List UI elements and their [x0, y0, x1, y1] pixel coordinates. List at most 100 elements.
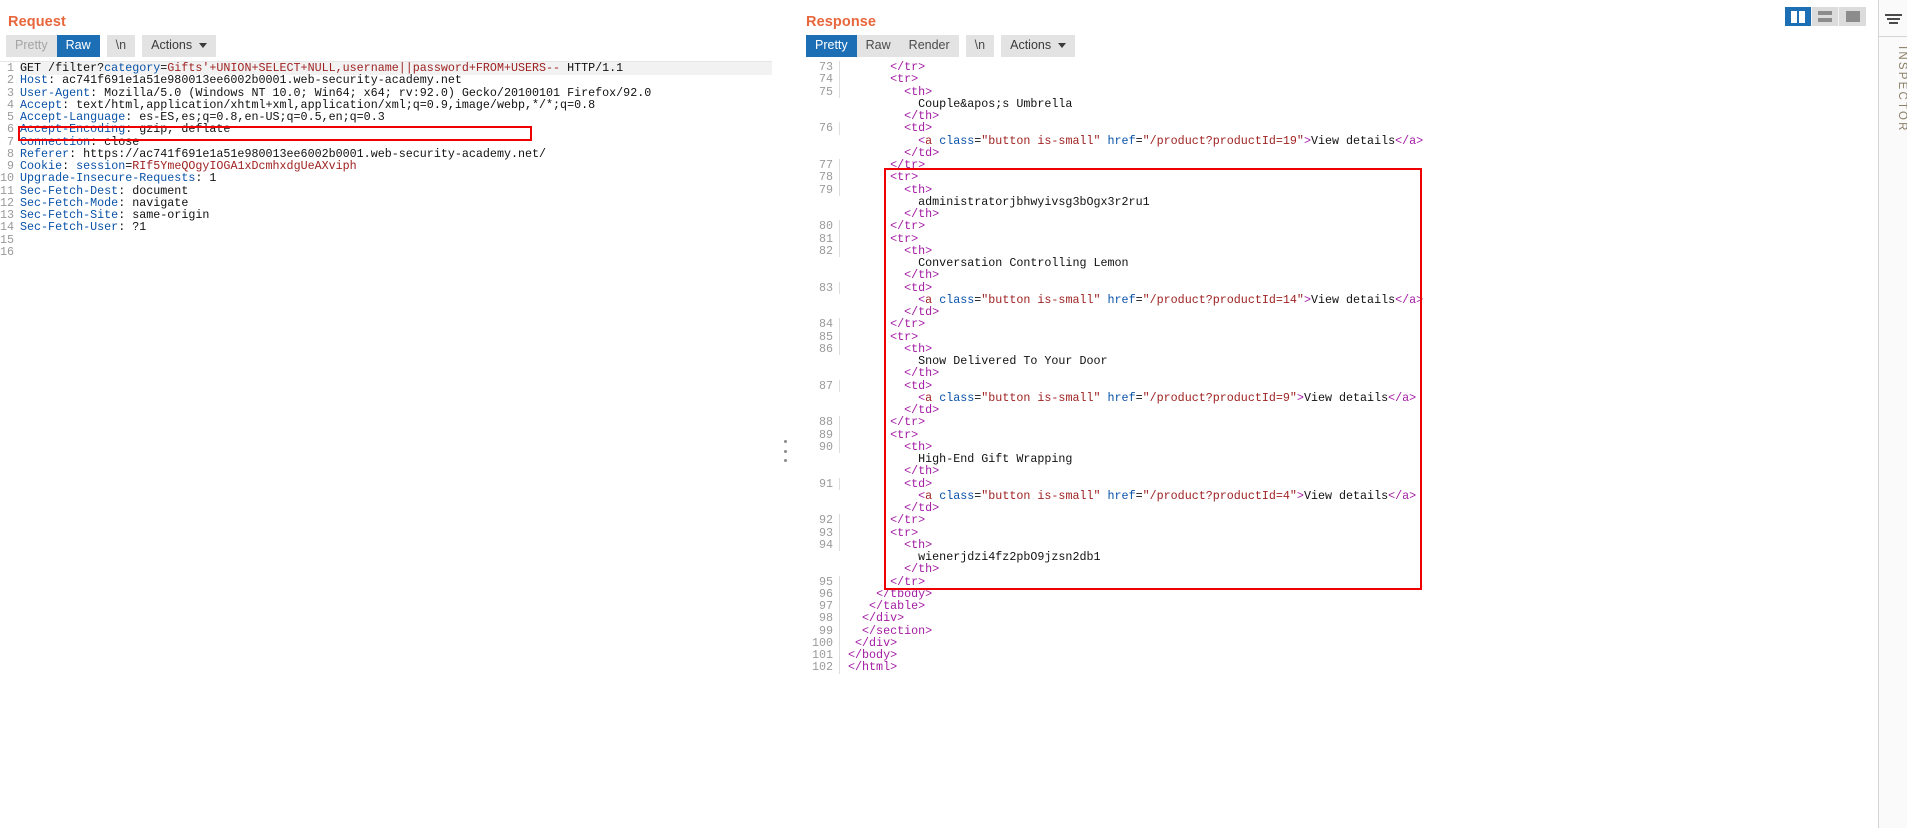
code-line: 102 </html>	[800, 660, 1878, 675]
code-text: <tr>	[890, 170, 919, 185]
code-line: 97 </table>	[800, 600, 1878, 613]
code-text: </th>	[904, 207, 940, 221]
code-line: 95 </tr>	[800, 574, 1878, 589]
request-title: Request	[8, 14, 66, 30]
code-line: 99 </section>	[800, 624, 1878, 637]
code-text: <tr>	[890, 72, 919, 87]
code-text: <a class="button is-small" href="/produc…	[918, 292, 1424, 307]
code-line: </th>	[800, 367, 1878, 379]
code-line: </td>	[800, 404, 1878, 416]
code-line: administratorjbhwyivsg3bOgx3r2ru1	[800, 196, 1878, 208]
code-text: </tr>	[890, 317, 926, 332]
chevron-down-icon	[1058, 42, 1067, 48]
request-toolbar: Pretty Raw \n Actions	[0, 30, 772, 61]
code-text: wienerjdzi4fz2pbO9jzsn2db1	[918, 550, 1101, 564]
line-number: 102	[800, 661, 840, 674]
code-line: </th>	[800, 465, 1878, 477]
line-number: 14	[0, 220, 15, 235]
request-newline-button[interactable]: \n	[106, 34, 136, 57]
code-text: </th>	[904, 464, 940, 479]
code-line: 89 <tr>	[800, 428, 1878, 441]
line-number: 7	[6, 134, 14, 149]
code-text: </div>	[862, 611, 905, 626]
code-line: 88 </tr>	[800, 416, 1878, 429]
response-tab-render[interactable]: Render	[899, 34, 959, 57]
code-line: 84 </tr>	[800, 317, 1878, 332]
code-text: </th>	[904, 562, 940, 577]
line-number: 75	[800, 85, 840, 98]
filter-icon[interactable]	[1879, 8, 1907, 30]
line-number: 83	[800, 281, 840, 294]
line-number: 74	[800, 73, 840, 86]
response-tab-raw[interactable]: Raw	[856, 34, 900, 57]
response-toolbar: Pretty Raw Render \n Actions	[800, 7, 1878, 61]
code-line: 16	[0, 245, 772, 258]
code-text: </td>	[904, 145, 940, 160]
code-text: </tr>	[890, 574, 926, 589]
code-line: </td>	[800, 306, 1878, 318]
code-line: 81 <tr>	[800, 232, 1878, 245]
code-text: </th>	[904, 268, 940, 283]
request-panel: Request Pretty Raw \n Actions 1 GET /filte…	[0, 0, 772, 828]
code-text: <a class="button is-small" href="/produc…	[918, 133, 1424, 148]
code-line: 96 </tbody>	[800, 586, 1878, 601]
line-number: 99	[800, 624, 840, 637]
code-line: <a class="button is-small" href="/produc…	[800, 392, 1878, 404]
code-text: </tr>	[890, 513, 926, 528]
line-number: 82	[800, 244, 840, 257]
code-text: administratorjbhwyivsg3bOgx3r2ru1	[918, 194, 1150, 209]
line-number: 76	[800, 122, 840, 135]
code-text: </td>	[904, 403, 940, 417]
code-text: </div>	[855, 635, 898, 650]
line-number: 95	[800, 575, 840, 588]
code-text: </th>	[904, 109, 940, 123]
burp-repeater-window: Request Pretty Raw \n Actions 1 GET /filte…	[0, 0, 1907, 828]
code-text: </html>	[848, 660, 898, 675]
response-view-tabs[interactable]: Pretty Raw Render	[806, 34, 959, 57]
code-line: High-End Gift Wrapping	[800, 453, 1878, 465]
code-text: Couple&apos;s Umbrella	[918, 96, 1073, 111]
code-text: </tr>	[890, 219, 926, 234]
code-text: <a class="button is-small" href="/produc…	[918, 488, 1417, 503]
code-line: 80 </tr>	[800, 219, 1878, 234]
code-text: </tbody>	[876, 586, 933, 601]
code-line: </th>	[800, 563, 1878, 575]
response-newline-button[interactable]: \n	[965, 34, 995, 57]
code-text: </td>	[904, 305, 940, 319]
code-line: 14 Sec-Fetch-User: ?1	[0, 220, 772, 235]
line-number: 81	[800, 232, 840, 245]
code-line: Conversation Controlling Lemon	[800, 257, 1878, 269]
panel-splitter[interactable]	[772, 0, 800, 828]
side-by-side-layout-icon[interactable]	[1785, 7, 1812, 26]
code-line: wienerjdzi4fz2pbO9jzsn2db1	[800, 551, 1878, 563]
line-number: 98	[800, 612, 840, 625]
code-line: 78 <tr>	[800, 170, 1878, 185]
line-number: 86	[800, 342, 840, 355]
stacked-layout-icon[interactable]	[1812, 7, 1839, 26]
request-tab-raw[interactable]: Raw	[56, 34, 100, 57]
code-text: </tr>	[890, 61, 926, 74]
code-text: </td>	[904, 501, 940, 515]
request-view-tabs[interactable]: Pretty Raw	[6, 34, 100, 57]
code-text: </body>	[848, 648, 898, 662]
response-panel: Response Pretty Raw Render \n Actions 73 <…	[800, 0, 1878, 828]
code-line: 15	[0, 233, 772, 246]
single-pane-layout-icon[interactable]	[1839, 7, 1866, 26]
layout-switcher[interactable]	[1785, 7, 1866, 26]
request-actions-button[interactable]: Actions	[142, 34, 217, 57]
line-number: 85	[800, 330, 840, 343]
request-code-editor[interactable]: 1 GET /filter?category=Gifts'+UNION+SELEC…	[0, 61, 772, 826]
response-tab-pretty[interactable]: Pretty	[806, 34, 857, 57]
response-actions-button[interactable]: Actions	[1001, 34, 1076, 57]
inspector-rail[interactable]: INSPECTOR	[1878, 0, 1907, 828]
response-title: Response	[806, 14, 877, 30]
request-tab-pretty[interactable]: Pretty	[6, 34, 57, 57]
code-line: <a class="button is-small" href="/produc…	[800, 490, 1878, 502]
line-number: 3	[6, 85, 14, 100]
response-code-editor[interactable]: 73 </tr> 74 <tr> 75 <th> Couple&apos;s Umb…	[800, 61, 1878, 826]
code-line: </th>	[800, 110, 1878, 122]
splitter-grip-icon	[784, 440, 788, 462]
request-actions-label: Actions	[151, 37, 193, 52]
code-line: 85 <tr>	[800, 330, 1878, 343]
line-number: 87	[800, 379, 840, 392]
